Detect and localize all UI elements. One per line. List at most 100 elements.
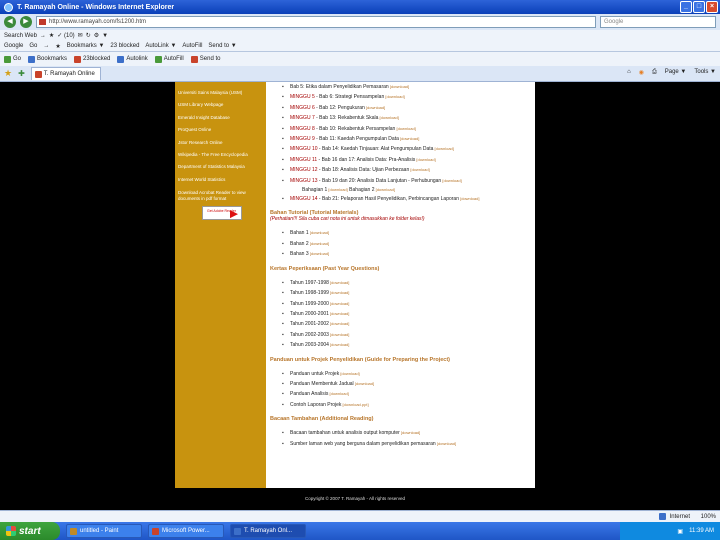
maximize-button[interactable]: □ xyxy=(693,1,705,13)
download-link[interactable]: [download] xyxy=(329,342,349,347)
sidebar-link[interactable]: Internet World Statistics xyxy=(178,174,263,186)
add-favorites-icon[interactable]: ✚ xyxy=(18,69,25,78)
page-menu[interactable]: Page ▼ xyxy=(665,69,687,76)
download-link[interactable]: [download] xyxy=(459,196,479,201)
download-link[interactable]: [download] xyxy=(374,187,395,192)
download-link[interactable]: [download] xyxy=(329,311,349,316)
toolbar-item[interactable]: ⚙ xyxy=(94,32,99,39)
toolbar-item[interactable]: Search Web xyxy=(4,33,37,39)
toolbar-item[interactable]: ✓ (10) xyxy=(57,32,74,39)
feeds-icon[interactable]: ◉ xyxy=(639,69,644,76)
week-label: MINGGU 13 xyxy=(290,177,318,184)
links-bar-item[interactable]: Go xyxy=(4,55,21,63)
close-button[interactable]: × xyxy=(706,1,718,13)
week-label: MINGGU 10 xyxy=(290,146,318,153)
tools-menu[interactable]: Tools ▼ xyxy=(694,69,716,76)
download-link[interactable]: [download.ppt] xyxy=(341,402,369,407)
download-link[interactable]: [download] xyxy=(378,115,399,120)
links-bar-item[interactable]: Bookmarks xyxy=(28,55,67,63)
taskbar-button-paint[interactable]: untitled - Paint xyxy=(66,524,142,538)
download-link[interactable]: [download] xyxy=(433,146,454,151)
week-label: MINGGU 9 xyxy=(290,136,315,143)
download-link[interactable]: [download] xyxy=(329,301,349,306)
download-link[interactable]: [download] xyxy=(329,321,349,326)
download-link[interactable]: [download] xyxy=(399,136,419,141)
tray-network-icon[interactable]: ▣ xyxy=(677,528,683,535)
toolbar-item[interactable]: ★ xyxy=(49,32,54,39)
sidebar-link[interactable]: Universiti Sains Malaysia (USM) xyxy=(178,87,263,99)
toolbar-item[interactable]: ▼ xyxy=(102,33,108,39)
google-label: Google xyxy=(4,43,24,49)
links-bar-item[interactable]: 23blocked xyxy=(74,55,111,63)
tab-active[interactable]: T. Ramayah Online xyxy=(30,67,101,80)
week-item: MINGGU 11 - Bab 16 dan 17: Analisis Data… xyxy=(270,155,535,166)
toolbar-item[interactable]: → xyxy=(40,33,46,39)
download-link[interactable]: [download] xyxy=(329,290,349,295)
sidebar-link[interactable]: Wikipedia - The Free Encyclopedia xyxy=(178,149,263,161)
week-label: MINGGU 6 xyxy=(290,104,315,111)
download-link[interactable]: [download] xyxy=(409,167,429,172)
search-input[interactable]: Google xyxy=(600,16,716,28)
download-link[interactable]: [download] xyxy=(384,94,404,99)
taskbar-button-ie[interactable]: T. Ramayah Onl... xyxy=(230,524,306,538)
week-item: MINGGU 6 - Bab 12: Pengukuran [download] xyxy=(270,103,535,114)
links-bar: Go Bookmarks 23blocked Autolink AutoFill Send… xyxy=(0,52,720,66)
links-bar-item[interactable]: AutoFill xyxy=(154,55,184,63)
adobe-reader-badge[interactable]: Get Adobe Reader xyxy=(202,206,242,221)
web-page: Universiti Sains Malaysia (USM) USM Libra… xyxy=(175,82,535,488)
zone-label: Internet xyxy=(669,513,690,520)
links-bar-item[interactable]: Send to xyxy=(190,55,220,63)
taskbar-button-powerpoint[interactable]: Microsoft Power... xyxy=(148,524,224,538)
back-button[interactable]: ◀ xyxy=(4,16,16,28)
download-link[interactable]: [download] xyxy=(328,391,348,396)
download-link[interactable]: [download] xyxy=(395,126,415,131)
minimize-button[interactable]: _ xyxy=(680,1,692,13)
google-toolbar-item[interactable]: Go xyxy=(29,43,37,49)
google-toolbar-item[interactable]: 23 blocked xyxy=(110,43,139,49)
toolbar-item[interactable]: ✉ xyxy=(78,32,83,39)
download-item: Bahan 1 [download] xyxy=(270,228,535,239)
url-input[interactable]: http://www.ramayah.com/fs1200.htm xyxy=(36,16,596,28)
start-label: start xyxy=(19,525,41,537)
link-icon xyxy=(117,55,125,63)
download-link[interactable]: [download] xyxy=(441,178,461,183)
forward-button[interactable]: ▶ xyxy=(20,16,32,28)
google-toolbar-item[interactable]: AutoFill xyxy=(182,43,202,49)
download-link[interactable]: [download] xyxy=(329,332,349,337)
download-link[interactable]: [download] xyxy=(354,381,374,386)
links-bar-label: 23blocked xyxy=(83,56,111,62)
sidebar-link[interactable]: Department of Statistics Malaysia xyxy=(178,161,263,173)
download-link[interactable]: [download] xyxy=(309,251,329,256)
download-link[interactable]: [download] xyxy=(309,241,329,246)
favorites-star-icon[interactable]: ★ xyxy=(4,68,12,79)
toolbar-item[interactable]: ↻ xyxy=(86,32,91,39)
links-bar-item[interactable]: Autolink xyxy=(117,55,148,63)
download-link[interactable]: [download] xyxy=(339,371,359,376)
google-toolbar-item[interactable]: Bookmarks ▼ xyxy=(67,43,105,49)
sidebar-link[interactable]: ProQuest Online xyxy=(178,124,263,136)
link-icon xyxy=(4,55,11,63)
sidebar-link[interactable]: Emerald Insight Database xyxy=(178,112,263,124)
download-link[interactable]: [download] xyxy=(400,430,420,435)
print-icon[interactable]: ⎙ xyxy=(652,69,657,76)
item-label: Tahun 2003-2004 xyxy=(290,342,329,349)
acrobat-note[interactable]: Download Acrobat Reader to view document… xyxy=(178,190,263,202)
sidebar-link[interactable]: Jstor Research Online xyxy=(178,137,263,149)
download-link[interactable]: [download] xyxy=(329,280,349,285)
download-link[interactable]: [download] xyxy=(389,84,409,89)
google-toolbar-item[interactable]: ★ xyxy=(55,43,60,50)
start-button[interactable]: start xyxy=(0,522,60,540)
download-link[interactable]: [download] xyxy=(436,441,456,446)
download-link[interactable]: [download] xyxy=(415,157,435,162)
download-link[interactable]: [download] xyxy=(365,105,385,110)
download-link[interactable]: [download] xyxy=(309,230,329,235)
google-toolbar-item[interactable]: → xyxy=(43,43,49,49)
download-link[interactable]: [download] xyxy=(327,187,347,192)
sidebar-link[interactable]: USM Library Webpage xyxy=(178,99,263,111)
home-icon[interactable]: ⌂ xyxy=(627,69,631,76)
zoom-level[interactable]: 100% xyxy=(701,514,716,520)
week-topic: - Bab 12: Pengukuran xyxy=(314,104,365,111)
week-topic: - Bab 21: Pelaporan Hasil Penyelidikan, … xyxy=(317,196,459,203)
google-toolbar-item[interactable]: AutoLink ▼ xyxy=(145,43,176,49)
google-toolbar-item[interactable]: Send to ▼ xyxy=(208,43,236,49)
